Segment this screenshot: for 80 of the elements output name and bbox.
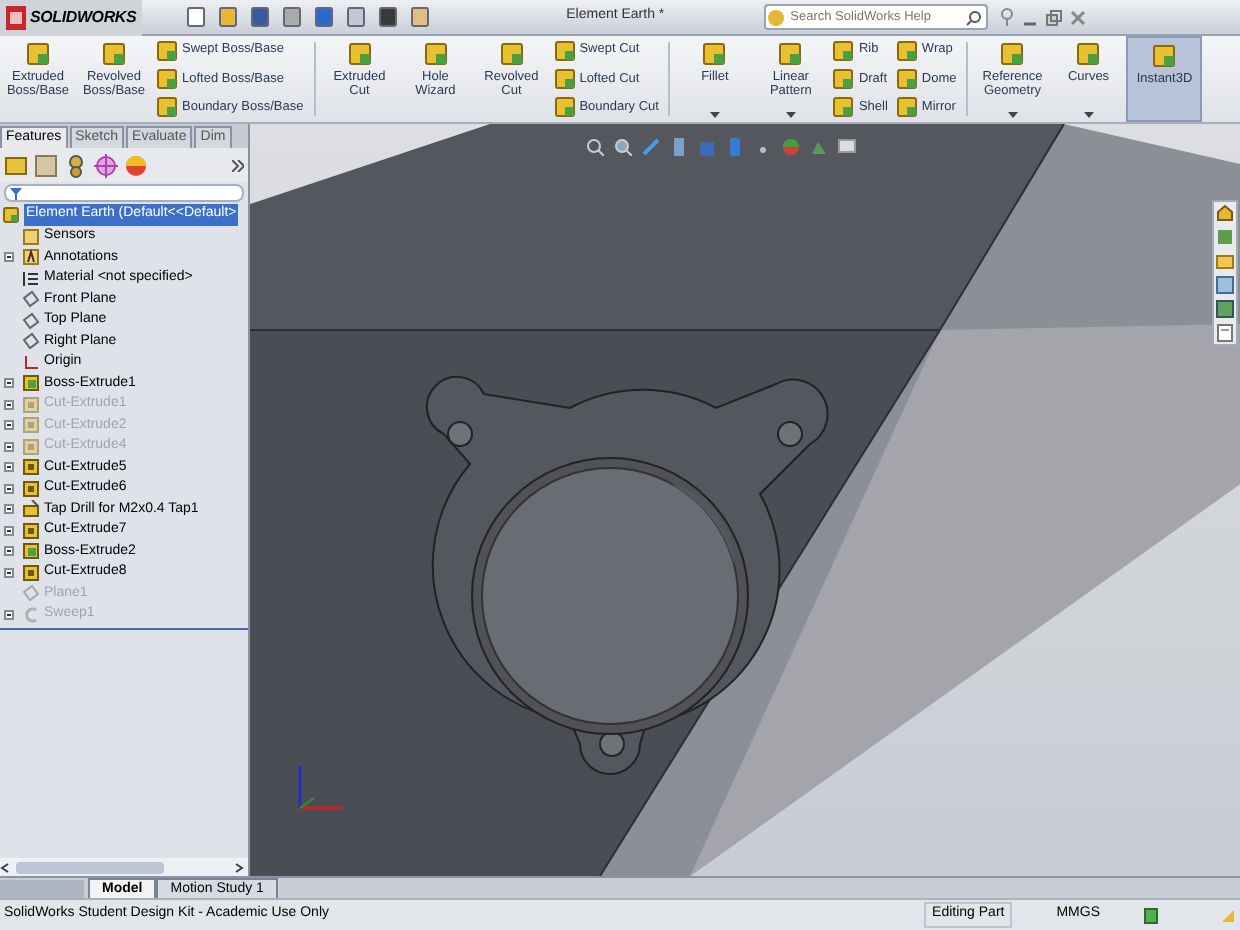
- crosshair-icon[interactable]: [94, 153, 118, 177]
- annotation-icon: [22, 248, 40, 267]
- search-icon[interactable]: [966, 9, 983, 25]
- part-icon: [2, 206, 20, 224]
- feature-icon: [895, 67, 918, 90]
- feature-icon: [832, 96, 855, 119]
- flange-drawing[interactable]: [425, 375, 829, 775]
- zoom-area-icon[interactable]: [614, 138, 632, 156]
- restore-icon[interactable]: [1046, 9, 1063, 25]
- sensor-icon: [22, 227, 40, 246]
- material-icon: [22, 269, 40, 288]
- scroll-right-icon[interactable]: [232, 861, 244, 873]
- expand-toggle-icon[interactable]: [4, 252, 14, 263]
- sweep-icon: [22, 605, 40, 624]
- resize-grip-icon[interactable]: [1222, 909, 1234, 921]
- house-icon[interactable]: [1216, 204, 1234, 222]
- expand-toggle-icon[interactable]: [4, 420, 14, 431]
- zoom-to-fit-icon[interactable]: [586, 138, 604, 156]
- expand-toggle-icon[interactable]: [4, 567, 14, 578]
- caret-icon[interactable]: [785, 112, 796, 118]
- cut-feature-icon: [22, 521, 40, 540]
- feature-icon: [102, 42, 126, 66]
- help-icon: [768, 9, 785, 25]
- feature-icon: [895, 39, 918, 62]
- expand-toggle-icon[interactable]: [4, 441, 14, 452]
- close-icon[interactable]: [1070, 9, 1087, 25]
- boss-feature-icon: [22, 374, 40, 393]
- caret-icon[interactable]: [1083, 112, 1094, 118]
- feature-icon: [499, 42, 524, 66]
- appearances-icon[interactable]: [1216, 300, 1234, 318]
- feature-icon: [778, 42, 803, 66]
- feature-manager-icon[interactable]: [4, 153, 28, 177]
- app-logo[interactable]: SOLIDWORKS: [0, 0, 143, 35]
- feature-icon: [702, 42, 727, 66]
- expand-toggle-icon[interactable]: [4, 609, 14, 620]
- feature-icon: [895, 96, 918, 119]
- feature-icon: [553, 96, 576, 119]
- boss-feature-icon: [22, 542, 40, 561]
- feature-icon: [1000, 42, 1025, 66]
- feature-icon: [553, 67, 576, 90]
- plane-icon: [22, 584, 40, 603]
- feature-icon: [26, 42, 50, 66]
- feature-icon: [832, 39, 855, 62]
- custom-properties-icon[interactable]: [1216, 324, 1234, 342]
- hole-feature-icon: [22, 500, 40, 519]
- caret-icon[interactable]: [709, 112, 720, 118]
- rebuild-icon[interactable]: [1144, 907, 1158, 923]
- scrollbar-thumb[interactable]: [16, 861, 164, 873]
- caret-icon[interactable]: [1007, 112, 1018, 118]
- expand-toggle-icon[interactable]: [4, 399, 14, 410]
- feature-icon: [156, 67, 178, 90]
- folder-icon[interactable]: [1216, 252, 1234, 270]
- feature-icon: [423, 42, 448, 66]
- feature-icon: [156, 39, 178, 62]
- expand-toggle-icon[interactable]: [4, 546, 14, 557]
- feature-icon: [1076, 42, 1101, 66]
- monitor-icon[interactable]: [838, 138, 856, 156]
- scroll-left-icon[interactable]: [0, 861, 12, 873]
- expand-toggle-icon[interactable]: [4, 525, 14, 536]
- expand-icon[interactable]: [232, 159, 244, 171]
- filter-icon[interactable]: [10, 187, 22, 199]
- logo-icon: [6, 5, 26, 29]
- feature-icon: [832, 67, 855, 90]
- feature-icon: [156, 96, 178, 119]
- expand-toggle-icon[interactable]: [4, 378, 14, 389]
- design-library-icon[interactable]: [1216, 228, 1234, 246]
- expand-toggle-icon[interactable]: [4, 462, 14, 473]
- help-menu-icon[interactable]: [1000, 8, 1015, 26]
- expand-toggle-icon[interactable]: [4, 504, 14, 515]
- cut-feature-icon: [22, 563, 40, 582]
- pencil-icon[interactable]: [642, 138, 660, 156]
- feature-icon: [553, 39, 576, 62]
- expand-toggle-icon[interactable]: [4, 483, 14, 494]
- feature-icon: [1152, 44, 1177, 68]
- configuration-manager-icon[interactable]: [64, 153, 88, 177]
- property-manager-icon[interactable]: [34, 153, 58, 177]
- feature-icon: [347, 42, 372, 66]
- view-palette-icon[interactable]: [1216, 276, 1234, 294]
- origin-icon: [22, 353, 40, 372]
- appearance-icon[interactable]: [124, 153, 148, 177]
